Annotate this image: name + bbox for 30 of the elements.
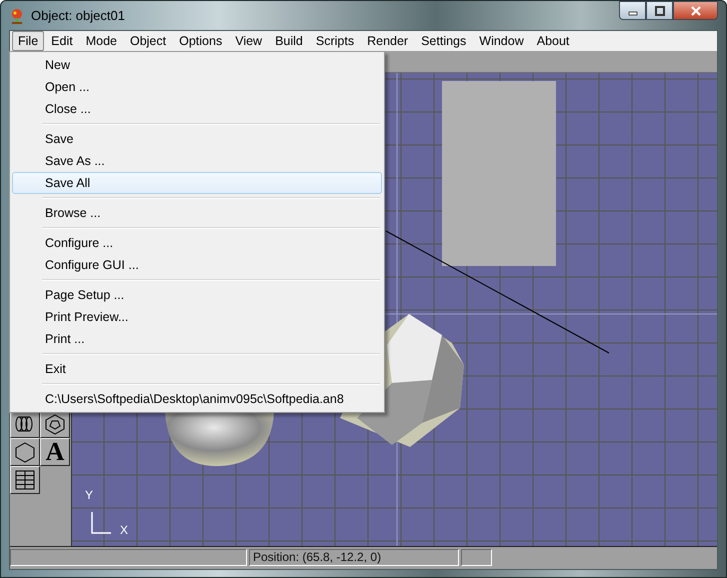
menu-item[interactable]: View: [229, 31, 268, 51]
maximize-icon: [654, 6, 664, 16]
app-icon: [9, 8, 25, 24]
minimize-button[interactable]: [619, 1, 646, 20]
line-object[interactable]: [386, 230, 610, 354]
menu-item[interactable]: Mode: [80, 31, 123, 51]
menu-item[interactable]: Save All: [12, 172, 382, 194]
window-title: Object: object01: [31, 8, 125, 23]
menu-item[interactable]: About: [530, 31, 576, 51]
menu-item[interactable]: Settings: [415, 31, 472, 51]
menu-item[interactable]: New: [12, 54, 382, 76]
maximize-button[interactable]: [646, 1, 673, 20]
status-field: [461, 549, 492, 566]
menu-item[interactable]: Edit: [45, 31, 79, 51]
menu-item[interactable]: Object: [124, 31, 172, 51]
menu-item[interactable]: Scripts: [310, 31, 360, 51]
text-tool-button[interactable]: A: [40, 438, 70, 466]
close-icon: [690, 6, 702, 16]
menu-item[interactable]: Options: [173, 31, 228, 51]
menu-item[interactable]: Window: [473, 31, 530, 51]
axis-label: Y: [85, 488, 94, 502]
position-readout: Position: (65.8, -12.2, 0): [249, 549, 459, 566]
menu-item[interactable]: Build: [269, 31, 309, 51]
sphere-object[interactable]: [165, 411, 274, 466]
menu-item[interactable]: File: [12, 31, 44, 51]
close-button[interactable]: [673, 1, 718, 20]
table-icon[interactable]: [10, 466, 40, 494]
menu-item[interactable]: Render: [361, 31, 414, 51]
axis-indicator-icon: [91, 512, 111, 534]
axis-label: X: [120, 523, 128, 537]
